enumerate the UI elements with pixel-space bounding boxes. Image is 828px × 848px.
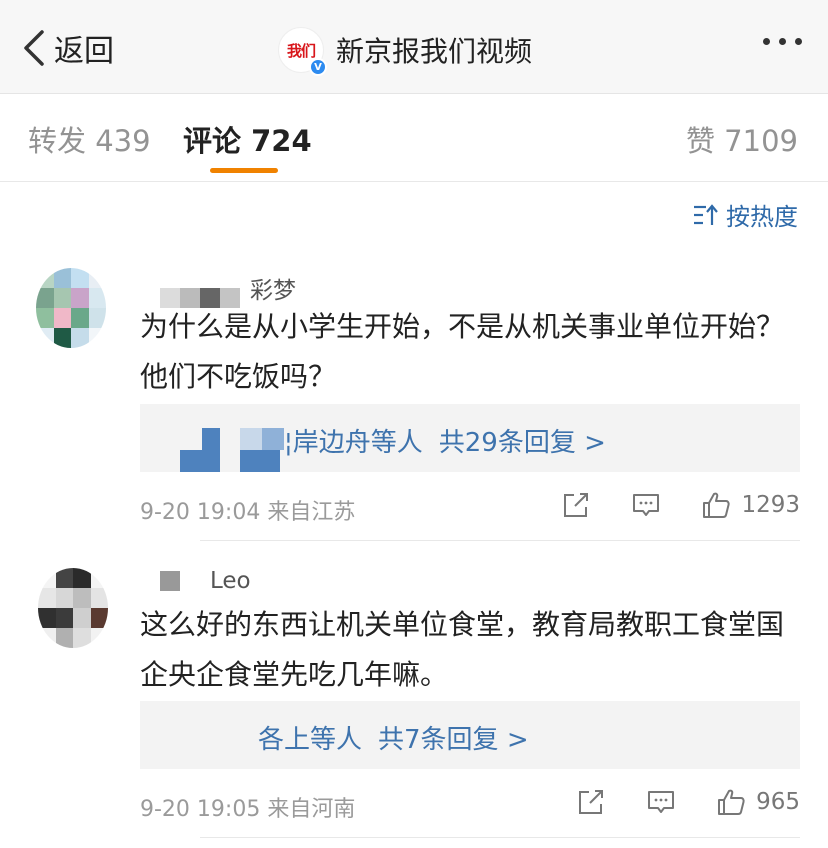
avatar[interactable] — [36, 268, 106, 348]
blurred-username-prefix — [160, 571, 200, 591]
active-tab-indicator — [210, 168, 278, 173]
navigation-bar: 返回 我们 V 新京报我们视频 — [0, 0, 828, 94]
replies-preview[interactable]: 各上等人 共7条回复 > — [140, 701, 800, 769]
comment-username[interactable]: Leo — [160, 568, 251, 594]
comment-text: 这么好的东西让机关单位食堂，教育局教职工食堂国企央企食堂先吃几年嘛。 — [140, 608, 785, 691]
comment-actions: 1293 — [561, 490, 800, 520]
comment-timestamp: 9-20 19:05 来自河南 — [140, 797, 356, 822]
comment-timestamp: 9-20 19:04 来自江苏 — [140, 500, 356, 525]
comment-divider — [200, 837, 800, 838]
replies-preview[interactable]: ¦岸边舟等人 共29条回复 > — [140, 404, 800, 472]
comment-text: 为什么是从小学生开始，不是从机关事业单位开始？他们不吃饭吗？ — [140, 310, 785, 393]
reply-count-link[interactable]: 共7条回复 > — [378, 725, 529, 755]
sort-icon — [694, 203, 718, 225]
page-title: 新京报我们视频 — [336, 35, 533, 68]
like-count: 965 — [756, 789, 800, 815]
sort-by-hot-button[interactable]: 按热度 — [692, 197, 798, 232]
share-button[interactable] — [576, 787, 606, 817]
share-button[interactable] — [561, 490, 591, 520]
comment-button[interactable] — [631, 490, 661, 520]
avatar[interactable] — [38, 568, 108, 648]
back-label: 返回 — [54, 34, 114, 69]
share-icon — [579, 790, 604, 814]
tab-reposts[interactable]: 转发 439 — [28, 118, 151, 160]
like-button[interactable]: 1293 — [701, 490, 800, 520]
reply-authors: ¦岸边舟等人 — [284, 428, 423, 458]
tab-comments[interactable]: 评论 724 — [183, 118, 312, 160]
tab-bar: 转发 439 评论 724 赞 7109 — [0, 94, 828, 182]
logo-text: 我们 — [286, 41, 316, 60]
reply-count-link[interactable]: 共29条回复 > — [439, 428, 606, 458]
comment-divider — [200, 540, 800, 541]
share-icon — [564, 493, 589, 517]
verified-badge-icon: V — [309, 58, 327, 76]
back-button[interactable]: 返回 — [22, 26, 114, 70]
more-dots-icon[interactable] — [763, 38, 802, 45]
comment-button[interactable] — [646, 787, 676, 817]
like-count: 1293 — [741, 492, 800, 518]
blurred-reply-avatars — [180, 428, 290, 472]
comment-actions: 965 — [576, 787, 800, 817]
account-title[interactable]: 我们 V 新京报我们视频 — [278, 26, 533, 76]
comment-icon — [648, 791, 675, 813]
like-button[interactable]: 965 — [716, 787, 800, 817]
thumbs-up-icon — [718, 789, 745, 815]
reply-authors: 各上等人 — [258, 725, 363, 755]
account-logo: 我们 V — [278, 27, 327, 76]
thumbs-up-icon — [703, 492, 731, 518]
tab-likes[interactable]: 赞 7109 — [686, 118, 798, 160]
chevron-left-icon — [24, 30, 44, 66]
sort-label: 按热度 — [726, 203, 798, 231]
comment-icon — [633, 494, 660, 516]
